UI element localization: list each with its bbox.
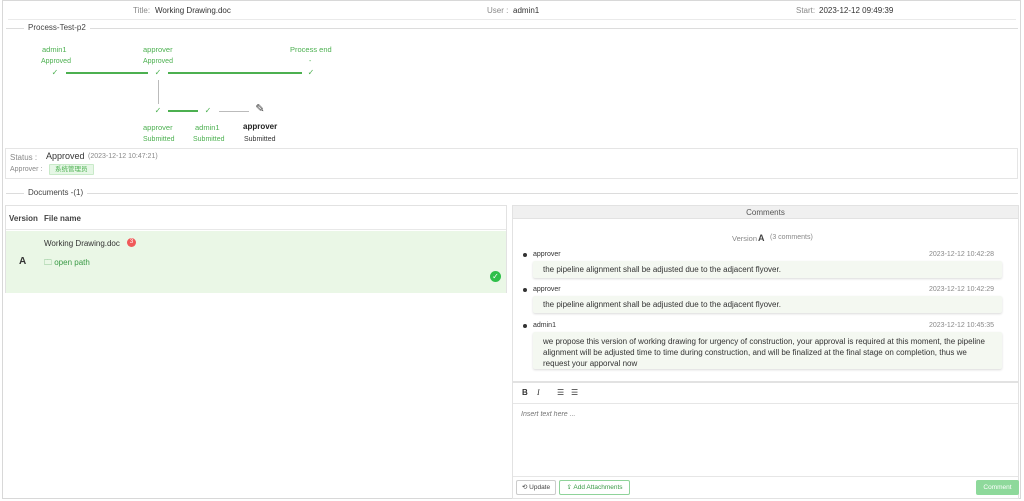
check-icon: ✓ xyxy=(51,68,59,77)
comment-bubble: the pipeline alignment shall be adjusted… xyxy=(533,296,1002,313)
documents-table: Version File name A Working Drawing.doc … xyxy=(5,205,507,293)
status-timestamp: (2023-12-12 10:47:21) xyxy=(88,153,158,160)
flow-branch-line xyxy=(158,80,159,104)
documents-table-header: Version File name xyxy=(6,206,506,230)
user-label: User : xyxy=(487,6,509,15)
bold-button[interactable]: B xyxy=(522,388,528,397)
update-button[interactable]: ⟲ Update xyxy=(516,480,556,495)
title-label: Title: xyxy=(133,6,151,15)
unread-count-badge: 3 xyxy=(127,238,136,247)
documents-legend: Documents -(1) xyxy=(6,188,1018,198)
node-admin1-name: admin1 xyxy=(42,45,67,54)
comment-time: 2023-12-12 10:42:29 xyxy=(929,286,994,293)
documents-title: Documents -(1) xyxy=(24,188,88,197)
process-title: Process-Test-p2 xyxy=(24,23,90,32)
flow-line xyxy=(66,72,148,74)
comments-panel: Comments Version A (3 comments) approver… xyxy=(512,205,1019,382)
ordered-list-icon[interactable]: ☰ xyxy=(557,388,564,397)
node-approver-sub-name: approver xyxy=(143,123,173,132)
title-value: Working Drawing.doc xyxy=(155,6,231,15)
node-process-end-status: - xyxy=(309,58,312,65)
flow-line-pending xyxy=(219,111,249,112)
node-admin1-sub-status: Submitted xyxy=(193,136,225,143)
approved-check-icon: ✓ xyxy=(490,271,501,282)
comment-editor: B I ☰ ☰ ⟲ Update ⇪ Add Attachments Comme… xyxy=(512,382,1019,499)
header-divider xyxy=(8,19,1016,20)
node-approver-name: approver xyxy=(143,45,173,54)
upload-icon: ⇪ xyxy=(566,484,572,491)
version-prefix: Version xyxy=(732,234,758,243)
node-process-end-name: Process end xyxy=(290,45,332,54)
node-current-status: Submitted xyxy=(244,136,276,143)
editor-footer: ⟲ Update ⇪ Add Attachments Comment xyxy=(513,476,1019,498)
comment-author: approver xyxy=(533,251,561,258)
edit-pen-icon: ✎ xyxy=(255,103,265,115)
bullet-icon xyxy=(523,253,527,257)
status-label: Status : xyxy=(10,153,38,162)
process-legend: Process-Test-p2 xyxy=(6,23,1018,33)
node-approver-status: Approved xyxy=(143,58,173,65)
comment-bubble: the pipeline alignment shall be adjusted… xyxy=(533,261,1002,278)
node-approver-sub-status: Submitted xyxy=(143,136,175,143)
col-filename: File name xyxy=(44,214,81,223)
comments-header: Comments xyxy=(513,206,1018,219)
header-bar: Title: Working Drawing.doc User : admin1… xyxy=(0,6,1024,18)
comment-button[interactable]: Comment xyxy=(976,480,1019,495)
comment-author: admin1 xyxy=(533,322,556,329)
comment-bubble: we propose this version of working drawi… xyxy=(533,332,1002,369)
comment-author: approver xyxy=(533,286,561,293)
node-admin1-status: Approved xyxy=(41,58,71,65)
editor-toolbar: B I ☰ ☰ xyxy=(513,383,1018,404)
open-path-link[interactable]: 🗀 open path xyxy=(44,257,90,271)
flow-line xyxy=(168,72,302,74)
comment-time: 2023-12-12 10:45:35 xyxy=(929,322,994,329)
approver-badge: 系统管理员 xyxy=(49,164,94,175)
comment-time: 2023-12-12 10:42:28 xyxy=(929,251,994,258)
status-value: Approved xyxy=(46,151,85,161)
check-icon: ✓ xyxy=(154,68,162,77)
folder-icon: 🗀 xyxy=(44,258,52,267)
approver-label: Approver : xyxy=(10,166,43,173)
refresh-icon: ⟲ xyxy=(521,484,528,491)
col-version: Version xyxy=(9,214,38,223)
check-icon: ✓ xyxy=(307,68,315,77)
comment-count: (3 comments) xyxy=(770,234,813,241)
check-icon: ✓ xyxy=(204,106,212,115)
version-letter: A xyxy=(758,233,765,243)
flow-line xyxy=(168,110,198,112)
table-row[interactable]: A Working Drawing.doc 3 🗀 open path ✓ xyxy=(6,231,506,293)
italic-button[interactable]: I xyxy=(537,388,540,397)
comment-text-input[interactable] xyxy=(521,411,1001,418)
start-label: Start: xyxy=(796,6,816,15)
user-value: admin1 xyxy=(513,6,540,15)
status-panel: Status : Approved (2023-12-12 10:47:21) … xyxy=(5,148,1018,179)
check-icon: ✓ xyxy=(154,106,162,115)
bullet-icon xyxy=(523,288,527,292)
row-filename[interactable]: Working Drawing.doc xyxy=(44,239,120,248)
unordered-list-icon[interactable]: ☰ xyxy=(571,388,578,397)
node-admin1-sub-name: admin1 xyxy=(195,123,220,132)
bullet-icon xyxy=(523,324,527,328)
start-value: 2023-12-12 09:49:39 xyxy=(819,6,894,15)
row-version: A xyxy=(19,256,27,267)
node-current-name: approver xyxy=(243,122,278,131)
editor-body xyxy=(513,405,1018,460)
add-attachments-button[interactable]: ⇪ Add Attachments xyxy=(559,480,630,495)
